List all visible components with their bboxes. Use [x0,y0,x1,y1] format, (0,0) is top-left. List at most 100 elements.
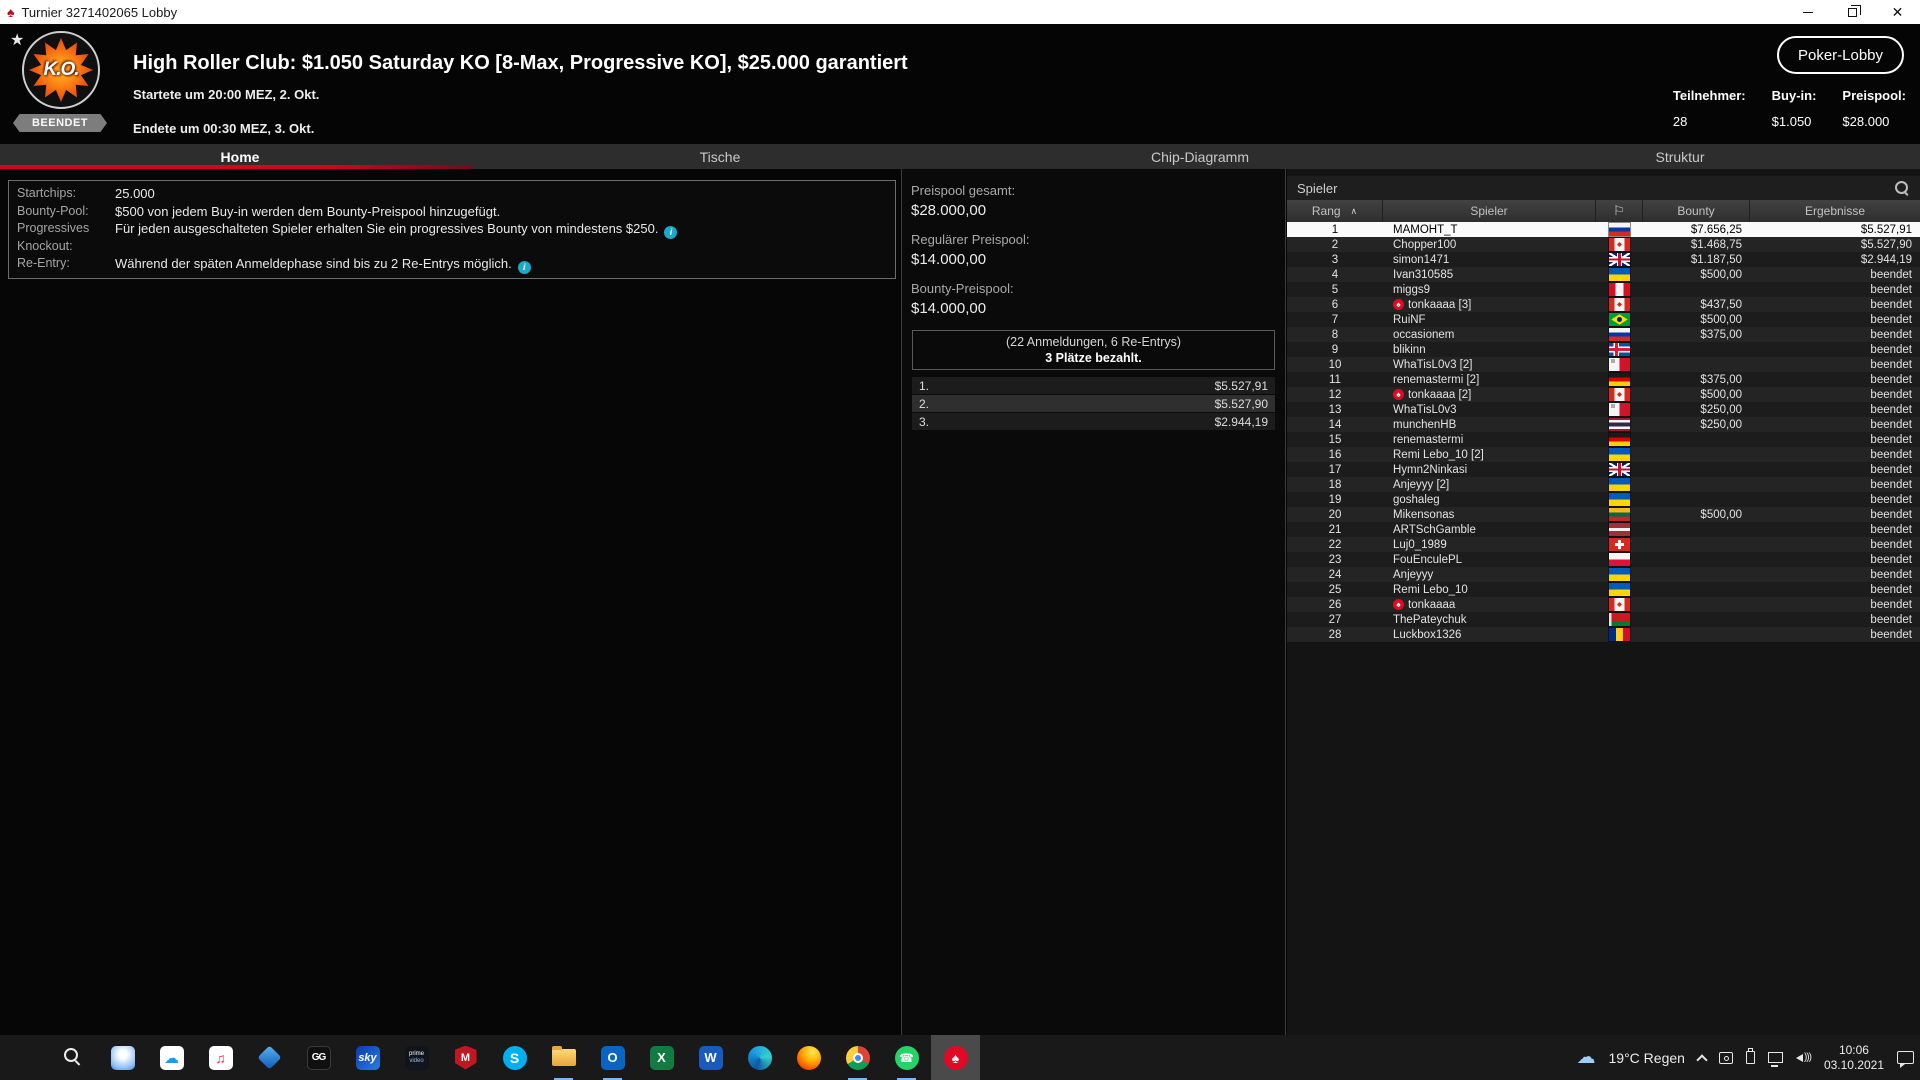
player-row[interactable]: 16 Remi Lebo_10 [2] beendet [1287,447,1920,462]
player-row[interactable]: 25 Remi Lebo_10 beendet [1287,582,1920,597]
virtual-desktop-tray-icon[interactable] [1718,1051,1733,1064]
player-row[interactable]: 17 Hymn2Ninkasi beendet [1287,462,1920,477]
volume-tray-icon[interactable]: ))) [1795,1052,1812,1063]
player-row[interactable]: 28 Luckbox1326 beendet [1287,627,1920,642]
info-icon[interactable]: i [664,226,678,239]
blue-diamond-app-icon[interactable] [245,1035,294,1080]
prizepool-panel: Preispool gesamt: $28.000,00 Regulärer P… [901,169,1286,1035]
weather-cloud-icon[interactable]: ☁ [1577,1046,1596,1069]
player-result: beendet [1870,613,1912,626]
sky-icon[interactable]: sky [343,1035,392,1080]
tab-tische[interactable]: Tische [480,144,960,169]
tab-chip-diagramm[interactable]: Chip-Diagramm [960,144,1440,169]
info-value: Für jeden ausgeschalteten Spieler erhalt… [115,220,678,239]
player-row[interactable]: 26 ♠ tonkaaaa beendet [1287,597,1920,612]
player-row[interactable]: 1 MAMOHT_T $7.656,25 $5.527,91 [1287,222,1920,237]
ggpoker-icon[interactable]: GG [294,1035,343,1080]
player-rank: 27 [1328,613,1342,626]
player-name-cell: ThePateychuk [1383,614,1596,626]
edge-icon[interactable] [735,1035,784,1080]
column-header-results[interactable]: Ergebnisse [1750,200,1920,222]
restore-button[interactable] [1830,0,1875,24]
player-row[interactable]: 20 Mikensonas $500,00 beendet [1287,507,1920,522]
player-name-cell: Mikensonas [1383,509,1596,521]
player-flag-cell [1596,538,1643,551]
tournament-title: High Roller Club: $1.050 Saturday KO [8-… [133,52,908,74]
payout-rank: 2. [919,396,930,411]
stat-label: Buy-in: [1771,88,1817,103]
player-row[interactable]: 12 ♠ tonkaaaa [2] $500,00 beendet [1287,387,1920,402]
minimize-button[interactable] [1785,0,1830,24]
info-icon[interactable]: i [517,261,531,274]
info-row: Bounty-Pool: $500 von jedem Buy-in werde… [17,203,887,221]
firefox-icon[interactable] [784,1035,833,1080]
column-header-flag[interactable]: ⚐ [1596,200,1643,222]
player-result: beendet [1870,568,1912,581]
player-row[interactable]: 27 ThePateychuk beendet [1287,612,1920,627]
player-row[interactable]: 10 WhaTisL0v3 [2] beendet [1287,357,1920,372]
tab-struktur[interactable]: Struktur [1440,144,1920,169]
action-center-icon[interactable] [1897,1051,1914,1068]
tab-home[interactable]: Home [0,144,480,169]
column-header-rank[interactable]: Rang ∧ [1287,200,1383,222]
prime-video-icon[interactable]: prime video [392,1035,441,1080]
payout-amount: $5.527,91 [1214,378,1268,393]
player-row[interactable]: 3 simon1471 $1.187,50 $2.944,19 [1287,252,1920,267]
column-header-player[interactable]: Spieler [1383,200,1596,222]
player-row[interactable]: 14 munchenHB $250,00 beendet [1287,417,1920,432]
player-row[interactable]: 11 renemastermi [2] $375,00 beendet [1287,372,1920,387]
taskbar-search-icon[interactable] [49,1035,98,1080]
player-row[interactable]: 19 goshaleg beendet [1287,492,1920,507]
poker-lobby-button[interactable]: Poker-Lobby [1777,36,1904,74]
word-icon[interactable]: W [686,1035,735,1080]
player-row[interactable]: 22 Luj0_1989 beendet [1287,537,1920,552]
player-row[interactable]: 7 RuiNF $500,00 beendet [1287,312,1920,327]
player-name-cell: renemastermi [1383,434,1596,446]
weather-text[interactable]: 19°C Regen [1609,1050,1685,1066]
player-row[interactable]: 4 Ivan310585 $500,00 beendet [1287,267,1920,282]
player-row[interactable]: 8 occasionem $375,00 beendet [1287,327,1920,342]
clock-date: 03.10.2021 [1823,1057,1884,1072]
apple-music-icon[interactable]: ♫ [196,1035,245,1080]
whatsapp-icon[interactable]: ☎ [882,1035,931,1080]
player-name: miggs9 [1393,283,1431,296]
excel-icon[interactable]: X [637,1035,686,1080]
player-row[interactable]: 21 ARTSchGamble beendet [1287,522,1920,537]
player-name: Hymn2Ninkasi [1393,463,1468,476]
network-tray-icon[interactable] [1767,1052,1783,1067]
skype-icon[interactable]: S [490,1035,539,1080]
taskbar-clock[interactable]: 10:06 03.10.2021 [1824,1043,1884,1073]
player-flag-cell [1596,478,1643,491]
player-row[interactable]: 9 blikinn beendet [1287,342,1920,357]
player-flag-cell [1596,583,1643,596]
file-explorer-icon[interactable] [539,1035,588,1080]
search-icon[interactable] [1894,180,1910,196]
favorite-star-icon[interactable]: ★ [10,30,24,50]
window-titlebar: ♠ Turnier 3271402065 Lobby ✕ [0,0,1920,24]
player-row[interactable]: 15 renemastermi beendet [1287,432,1920,447]
player-bounty: $500,00 [1700,268,1742,281]
outlook-icon[interactable]: O [588,1035,637,1080]
player-row[interactable]: 5 miggs9 beendet [1287,282,1920,297]
player-row[interactable]: 18 Anjeyyy [2] beendet [1287,477,1920,492]
close-button[interactable]: ✕ [1875,0,1920,24]
player-flag-cell [1596,433,1643,446]
player-row[interactable]: 6 ♠ tonkaaaa [3] $437,50 beendet [1287,297,1920,312]
player-name-cell: simon1471 [1383,254,1596,266]
mcafee-icon[interactable]: M [441,1035,490,1080]
people-app-icon[interactable] [98,1035,147,1080]
usb-tray-icon[interactable] [1745,1048,1755,1064]
player-row[interactable]: 2 Chopper100 $1.468,75 $5.527,90 [1287,237,1920,252]
player-flag-cell [1596,553,1643,566]
tray-chevron-up-icon[interactable] [1696,1053,1708,1066]
pokerstars-icon[interactable]: ♠ [931,1035,980,1080]
chrome-icon[interactable] [833,1035,882,1080]
player-row[interactable]: 13 WhaTisL0v3 $250,00 beendet [1287,402,1920,417]
player-row[interactable]: 24 Anjeyyy beendet [1287,567,1920,582]
icloud-icon[interactable]: ☁ [147,1035,196,1080]
player-flag-cell [1596,388,1643,401]
column-header-bounty[interactable]: Bounty [1643,200,1750,222]
start-button[interactable] [0,1035,49,1080]
player-name-cell: Anjeyyy [2] [1383,479,1596,491]
player-row[interactable]: 23 FouEnculePL beendet [1287,552,1920,567]
